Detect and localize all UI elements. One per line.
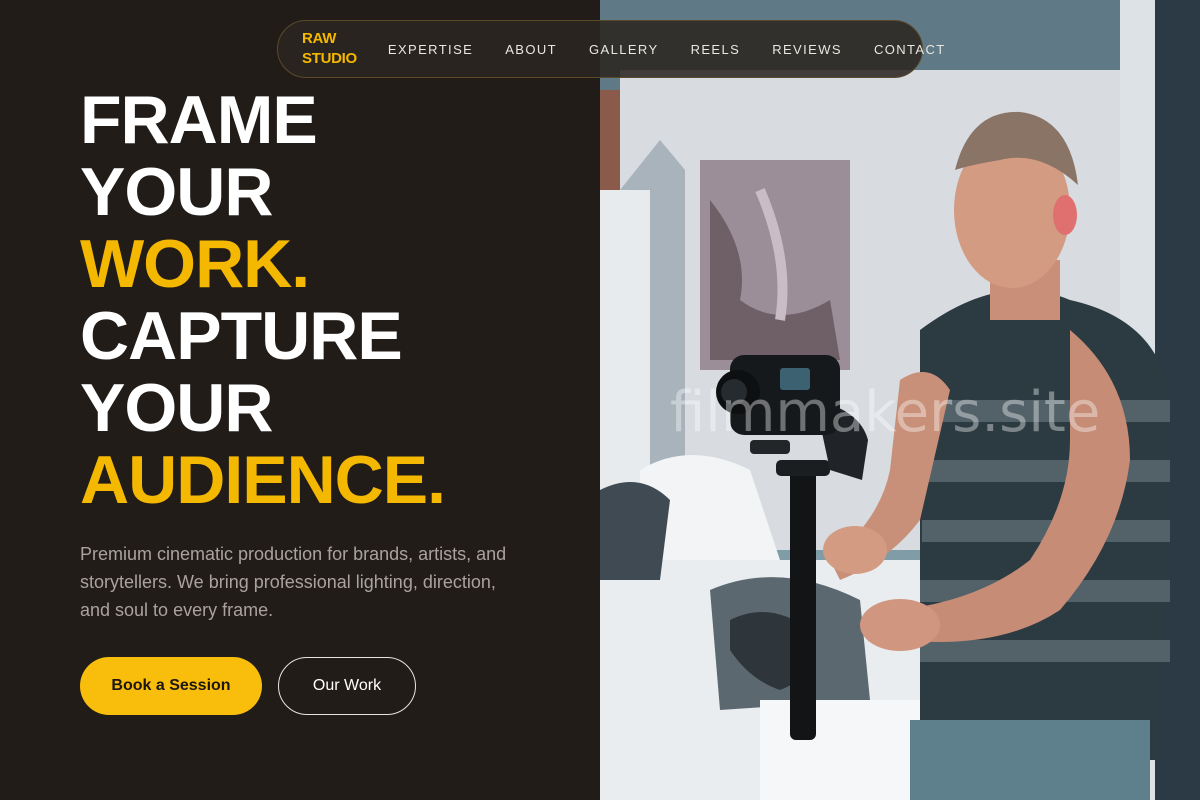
watermark-text: filmmakers.site <box>670 380 1101 445</box>
nav-links: EXPERTISE ABOUT GALLERY REELS REVIEWS CO… <box>388 42 946 57</box>
nav-link-expertise[interactable]: EXPERTISE <box>388 42 473 57</box>
nav-link-reels[interactable]: REELS <box>691 42 741 57</box>
headline-line-5: YOUR <box>80 370 273 446</box>
hero-headline: FRAME YOUR WORK. CAPTURE YOUR AUDIENCE. <box>80 82 446 518</box>
brand-logo-line1: RAW <box>302 30 337 47</box>
headline-line-3: WORK. <box>80 226 310 302</box>
brand-logo-line2: STUDIO <box>302 50 357 67</box>
nav-link-gallery[interactable]: GALLERY <box>589 42 659 57</box>
brand-logo[interactable]: RAW STUDIO <box>302 29 357 69</box>
our-work-button[interactable]: Our Work <box>278 657 416 715</box>
book-session-button[interactable]: Book a Session <box>80 657 262 715</box>
nav-link-about[interactable]: ABOUT <box>505 42 557 57</box>
hero-description: Premium cinematic production for brands,… <box>80 544 507 620</box>
main-navigation: RAW STUDIO EXPERTISE ABOUT GALLERY REELS… <box>277 20 944 78</box>
headline-line-4: CAPTURE <box>80 298 403 374</box>
nav-link-reviews[interactable]: REVIEWS <box>772 42 842 57</box>
headline-line-6: AUDIENCE. <box>80 442 446 518</box>
headline-line-1: FRAME <box>80 82 318 158</box>
nav-link-contact[interactable]: CONTACT <box>874 42 946 57</box>
headline-line-2: YOUR <box>80 154 273 230</box>
